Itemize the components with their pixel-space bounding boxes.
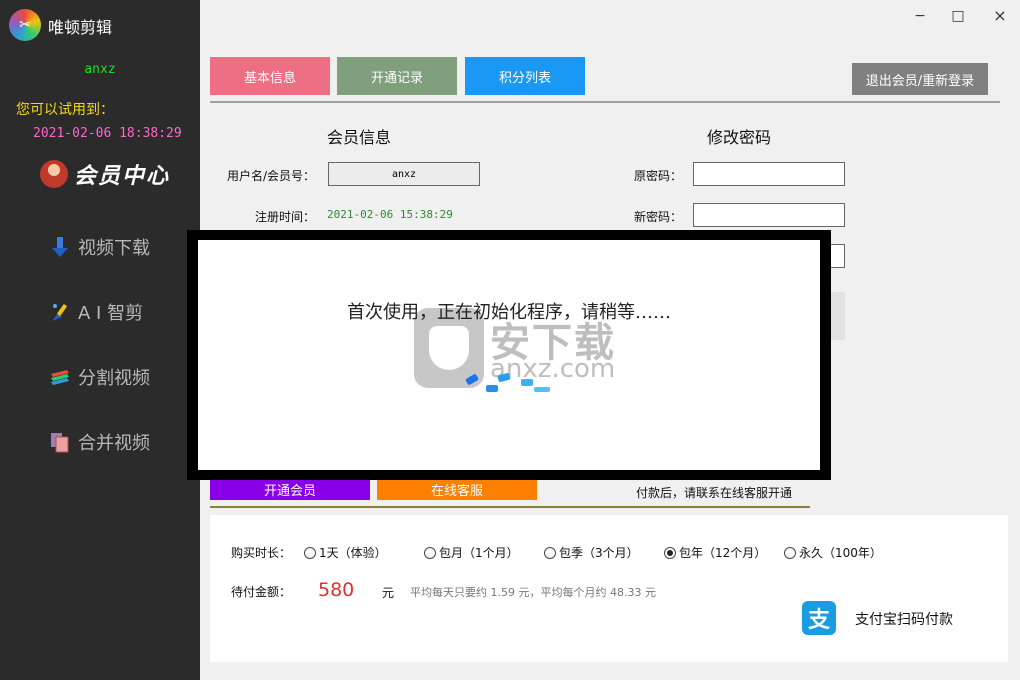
app-logo-icon: ✂ xyxy=(9,9,41,41)
tab-points-list[interactable]: 积分列表 xyxy=(465,57,585,95)
radio-label: 包季（3个月） xyxy=(559,546,639,560)
sidebar-item-label: A I 智剪 xyxy=(78,303,144,324)
close-button[interactable]: × xyxy=(992,8,1008,24)
new-password-input[interactable] xyxy=(693,203,845,227)
online-service-button[interactable]: 在线客服 xyxy=(377,478,537,500)
sidebar-item-merge-video[interactable]: 合并视频 xyxy=(50,429,150,455)
amount-label: 待付金额： xyxy=(231,585,292,599)
merge-files-icon xyxy=(51,433,69,453)
spinner-dot xyxy=(534,387,550,392)
username-label: 用户名/会员号： xyxy=(226,169,315,183)
tab-basic-info[interactable]: 基本信息 xyxy=(210,57,330,95)
radio-label: 包月（1个月） xyxy=(439,546,519,560)
download-arrow-icon xyxy=(52,237,68,257)
duration-label: 购买时长： xyxy=(231,546,292,560)
radio-circle xyxy=(784,546,796,559)
split-layers-icon xyxy=(51,370,69,385)
radio-label: 1天（体验） xyxy=(319,546,387,560)
amount-average-note: 平均每天只要约 1.59 元，平均每个月约 48.33 元 xyxy=(410,586,656,599)
divider xyxy=(210,101,1000,103)
change-password-title: 修改密码 xyxy=(707,128,772,147)
member-info-title: 会员信息 xyxy=(327,128,392,147)
member-center-label: 会员中心 xyxy=(74,163,171,189)
radio-circle xyxy=(544,546,556,559)
alipay-pay-button[interactable]: 支付宝扫码付款 xyxy=(855,609,953,629)
loading-dialog-body: 安下载 anxz.com 首次使用，正在初始化程序，请稍等…… xyxy=(198,240,820,470)
radio-option-1day[interactable]: 1天（体验） xyxy=(304,544,387,561)
new-password-label: 新密码： xyxy=(633,210,682,224)
sidebar-item-label: 分割视频 xyxy=(78,368,150,389)
spinner-dot xyxy=(521,379,533,386)
sidebar-item-split-video[interactable]: 分割视频 xyxy=(50,364,150,390)
payment-panel: 购买时长： 1天（体验） 包月（1个月） 包季（3个月） 包年（12个月） 永久… xyxy=(210,515,1008,662)
sidebar-item-label: 视频下载 xyxy=(78,238,150,259)
loading-dialog: 安下载 anxz.com 首次使用，正在初始化程序，请稍等…… xyxy=(187,230,831,480)
open-member-button[interactable]: 开通会员 xyxy=(210,478,370,500)
old-password-label: 原密码： xyxy=(633,169,682,183)
register-time-label: 注册时间： xyxy=(254,210,315,224)
divider xyxy=(210,506,810,508)
tab-activation-records[interactable]: 开通记录 xyxy=(337,57,457,95)
radio-circle xyxy=(424,546,436,559)
member-center-button[interactable]: 会员中心 xyxy=(40,158,170,190)
sidebar-username: anxz xyxy=(84,62,116,77)
radio-label: 包年（12个月） xyxy=(679,546,767,560)
trial-label: 您可以试用到： xyxy=(16,102,114,118)
register-time-value: 2021-02-06 15:38:29 xyxy=(327,208,453,221)
payment-note: 付款后，请联系在线客服开通 xyxy=(636,486,793,500)
radio-option-quarterly[interactable]: 包季（3个月） xyxy=(544,544,639,561)
sidebar: ✂ 唯顿剪辑 anxz 您可以试用到： 2021-02-06 18:38:29 … xyxy=(0,0,200,680)
radio-option-yearly[interactable]: 包年（12个月） xyxy=(664,544,766,561)
radio-label: 永久（100年） xyxy=(799,546,882,560)
sidebar-item-label: 合并视频 xyxy=(78,433,150,454)
amount-value: 580 xyxy=(318,579,355,601)
app-window: ✂ 唯顿剪辑 anxz 您可以试用到： 2021-02-06 18:38:29 … xyxy=(0,0,1020,680)
minimize-button[interactable]: − xyxy=(912,8,928,24)
radio-option-monthly[interactable]: 包月（1个月） xyxy=(424,544,519,561)
radio-circle xyxy=(664,546,676,559)
sidebar-item-ai-edit[interactable]: A I 智剪 xyxy=(50,299,143,325)
app-title: 唯顿剪辑 xyxy=(48,18,113,37)
trial-expiry-time: 2021-02-06 18:38:29 xyxy=(33,126,182,141)
old-password-input[interactable] xyxy=(693,162,845,186)
spinner-dot xyxy=(486,385,498,392)
ai-brush-icon xyxy=(52,303,68,321)
logout-relogin-button[interactable]: 退出会员/重新登录 xyxy=(852,63,988,95)
amount-unit: 元 xyxy=(382,586,395,600)
username-field: anxz xyxy=(328,162,480,186)
radio-circle xyxy=(304,546,316,559)
maximize-button[interactable]: □ xyxy=(950,8,966,24)
loading-message: 首次使用，正在初始化程序，请稍等…… xyxy=(347,302,671,323)
sidebar-item-video-download[interactable]: 视频下载 xyxy=(50,234,150,260)
alipay-icon[interactable]: 支 xyxy=(802,601,836,635)
member-avatar-icon xyxy=(40,160,68,188)
radio-option-lifetime[interactable]: 永久（100年） xyxy=(784,544,882,561)
